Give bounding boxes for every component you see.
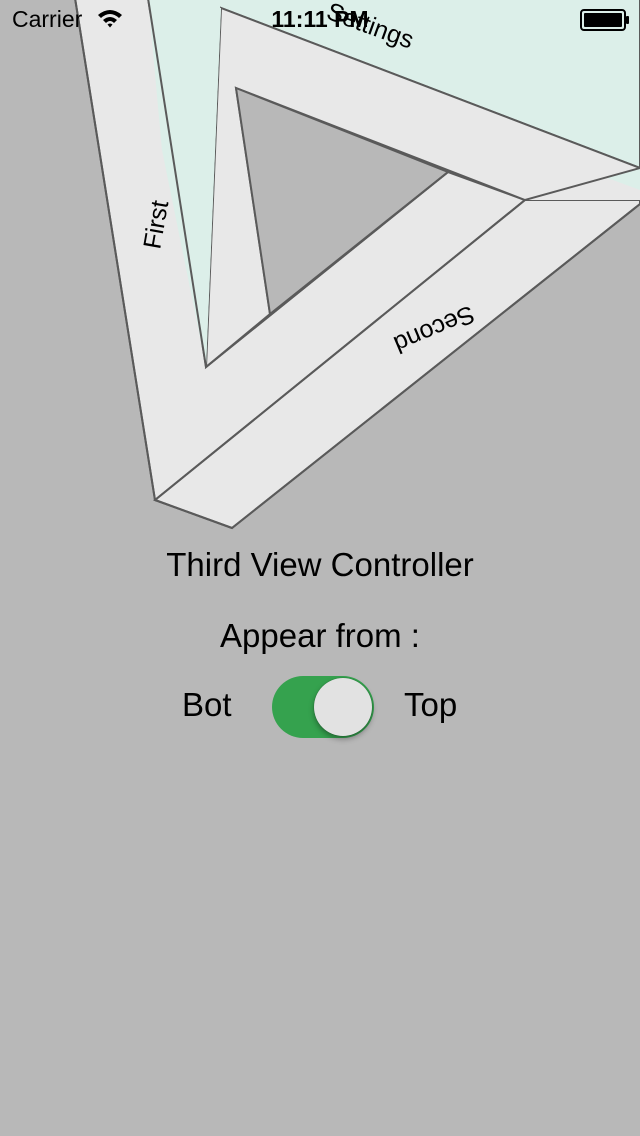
toggle-knob[interactable] (314, 678, 372, 736)
status-bar: Carrier 11:11 PM (0, 0, 640, 40)
appear-direction-toggle[interactable] (272, 676, 374, 738)
screen: Carrier 11:11 PM First Settings Second T… (0, 0, 640, 1136)
menu-triangle: First Settings Second (74, 0, 640, 530)
appear-from-label: Appear from : (220, 617, 420, 654)
status-time: 11:11 PM (271, 6, 369, 32)
battery-icon (580, 9, 629, 31)
toggle-right-label: Top (404, 686, 458, 723)
page-title: Third View Controller (166, 546, 474, 583)
toggle-left-label: Bot (182, 686, 232, 723)
